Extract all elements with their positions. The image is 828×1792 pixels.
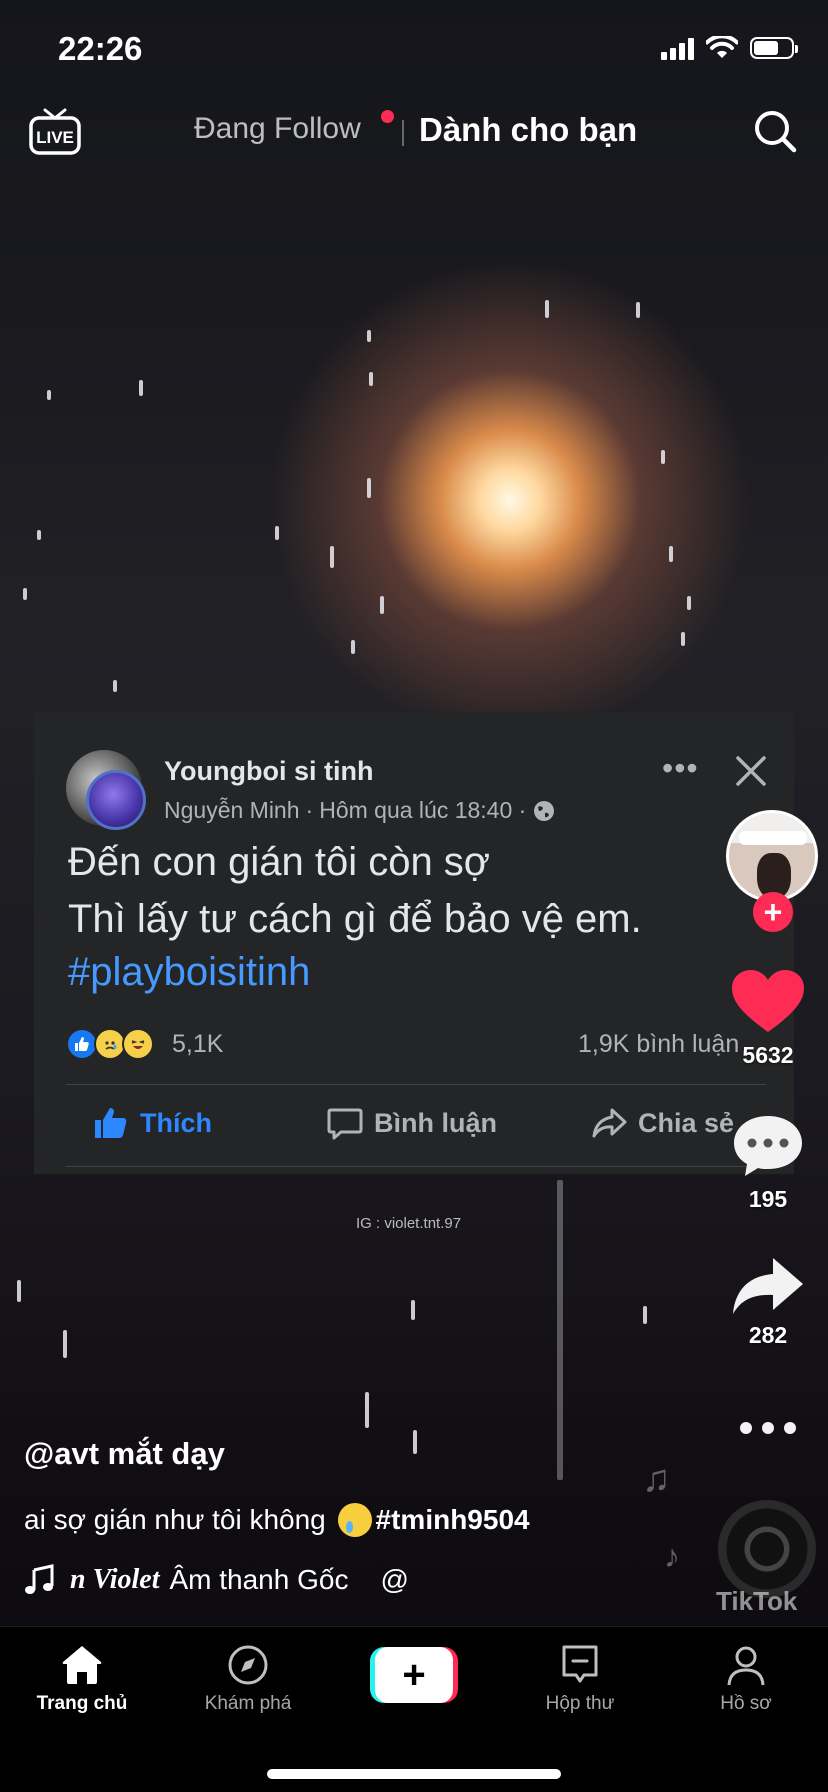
plus-icon: + [375,1647,453,1703]
divider [66,1166,766,1167]
tab-profile-label: Hồ sơ [720,1693,772,1714]
fb-comment-label: Bình luận [374,1107,497,1138]
fb-like-label: Thích [140,1107,212,1138]
music-trail: @ [380,1564,409,1595]
heart-icon [732,970,804,1032]
tab-discover-label: Khám phá [204,1693,292,1714]
status-time: 22:26 [58,30,143,67]
comment-icon [734,1116,802,1176]
compass-icon [228,1645,268,1685]
video-feed-screen[interactable]: 22:26 LIVE Đang Follow Dành cho bạn Youn… [0,0,828,1792]
fb-comment-button: Bình luận [326,1104,497,1142]
share-arrow-icon [592,1108,627,1138]
notification-dot [381,110,394,123]
tab-home-label: Trang chủ [36,1693,128,1714]
like-button[interactable]: 5632 [708,968,828,1069]
bottom-tab-bar: Trang chủ Khám phá + Hộp thư Hồ sơ [0,1626,828,1792]
tab-profile[interactable]: Hồ sơ [686,1643,806,1715]
tab-inbox-label: Hộp thư [545,1693,615,1714]
divider [66,1084,766,1085]
crying-emoji-icon [337,1502,372,1537]
comment-count: 195 [748,1186,788,1212]
post-hashtag: #playboisitinh [68,950,311,994]
like-count: 5632 [742,1042,794,1068]
reactions-summary: 5,1K [66,1028,223,1060]
more-icon [740,1422,796,1434]
profile-icon [727,1646,765,1686]
music-info[interactable]: n Violet Âm thanh Gốc @ [24,1560,434,1600]
post-meta: Nguyễn Minh · Hôm qua lúc 18:40 · [164,797,556,824]
post-text: Đến con gián tôi còn sợ Thì lấy tư cách … [68,834,642,948]
status-icons [661,36,798,60]
music-disc-icon[interactable] [718,1500,816,1598]
music-suffix: Âm thanh Gốc [169,1564,349,1595]
music-name: n Violet [70,1564,160,1595]
post-text-line1: Đến con gián tôi còn sợ [68,840,491,884]
live-label: LIVE [36,128,74,147]
music-note-icon [25,1564,54,1594]
caption-text: ai sợ gián như tôi không [24,1504,326,1535]
create-button[interactable]: + [370,1647,458,1703]
video-watermark: IG : violet.tnt.97 [356,1215,462,1232]
post-text-line2: Thì lấy tư cách gì để bảo vệ em. [68,897,642,941]
tab-following[interactable]: Đang Follow [194,112,361,146]
haha-reaction-icon [122,1028,154,1060]
caption-hashtag[interactable]: #tminh9504 [376,1504,530,1535]
share-count: 282 [748,1322,788,1348]
tab-inbox[interactable]: Hộp thư [520,1643,640,1715]
creator-avatar[interactable] [726,810,818,902]
share-icon [733,1258,803,1314]
author-avatar [86,770,146,830]
share-button[interactable]: 282 [708,1256,828,1349]
fb-like-button: Thích [92,1104,212,1142]
tab-for-you[interactable]: Dành cho bạn [419,111,637,149]
tab-divider [402,120,404,146]
post-page-name: Youngboi si tinh [164,756,374,786]
facebook-post-card: Youngboi si tinh Nguyễn Minh · Hôm qua l… [34,712,794,1174]
disc-label [750,1532,784,1566]
thumbs-up-icon [95,1108,127,1138]
battery-icon [750,37,798,59]
music-note-decoration-icon: ♪ [664,1538,680,1574]
wifi-icon [706,36,738,58]
home-icon [62,1646,102,1684]
reaction-count: 5,1K [172,1029,224,1058]
music-note-decoration-icon: ♫ [642,1458,671,1500]
close-icon [736,756,766,786]
more-button[interactable] [708,1420,828,1436]
live-icon[interactable]: LIVE [28,108,82,156]
comment-button[interactable]: 195 [708,1112,828,1213]
comment-bubble-icon [327,1108,363,1140]
video-author-username[interactable]: @avt mắt dạy [24,1436,225,1472]
tiktok-watermark: TikTok [716,1586,798,1616]
avatar-detail [739,831,807,845]
post-author: Nguyễn Minh [164,797,300,823]
cellular-signal-icon [661,36,694,60]
post-time: Hôm qua lúc 18:40 · [319,797,527,823]
status-bar: 22:26 [0,0,828,100]
top-navigation: LIVE Đang Follow Dành cho bạn [0,96,828,166]
search-icon[interactable] [752,108,798,154]
globe-icon [534,800,555,821]
tab-home[interactable]: Trang chủ [22,1643,142,1715]
follow-plus-button[interactable]: + [753,892,793,932]
home-indicator[interactable] [267,1769,561,1779]
video-caption: ai sợ gián như tôi không #tminh9504 [24,1502,530,1539]
inbox-icon [562,1645,598,1683]
meta-separator: · [305,797,314,823]
post-more-icon: ••• [662,750,699,786]
tab-discover[interactable]: Khám phá [188,1643,308,1715]
